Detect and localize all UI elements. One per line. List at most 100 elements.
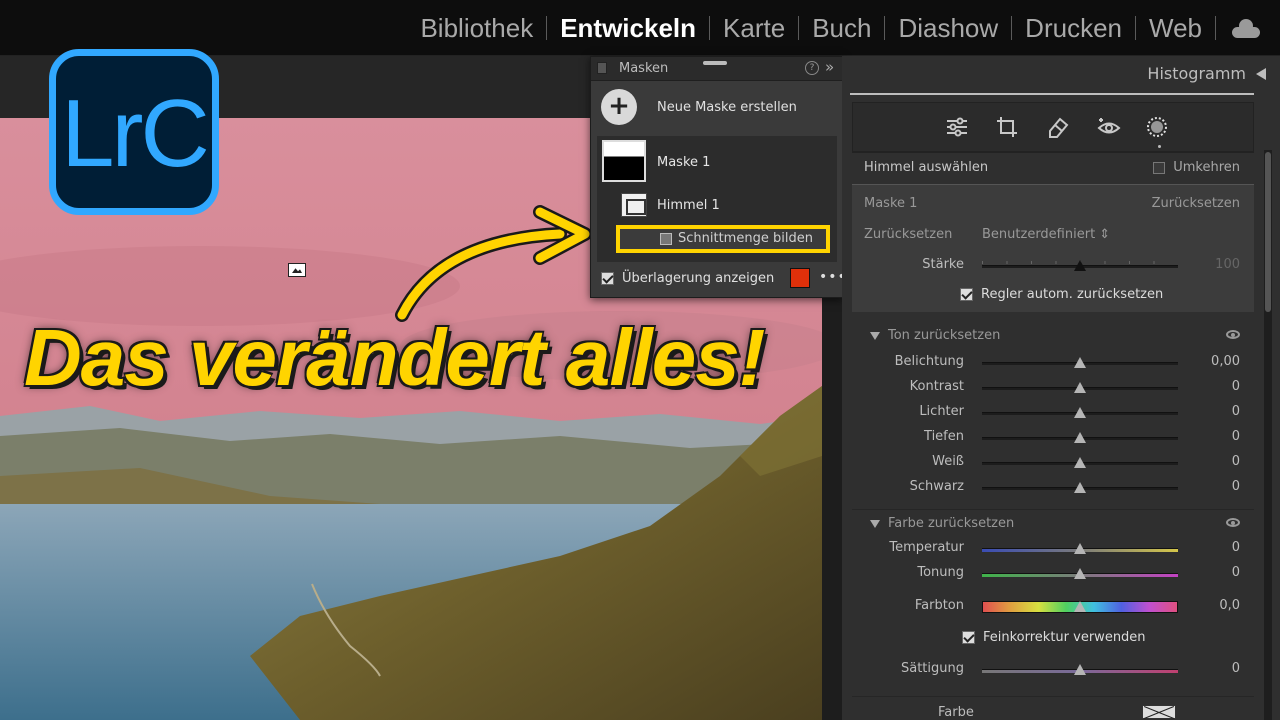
right-panel-scrollbar[interactable] [1264,150,1272,720]
disclosure-triangle-icon[interactable] [870,332,880,340]
histogram-header[interactable]: Histogramm [850,56,1270,92]
slider-value[interactable]: 0,0 [1219,598,1240,613]
new-mask-button[interactable]: + Neue Maske erstellen [601,89,797,125]
develop-right-panel: Histogramm Himmel auswählen Umkehren Mas… [842,56,1280,720]
strength-slider-row: Stärke 100 [852,255,1254,277]
sky-select-label: Himmel auswählen [864,160,989,175]
drag-handle[interactable] [703,61,727,65]
intersect-button[interactable]: Schnittmenge bilden [616,225,830,253]
sliders-icon[interactable] [945,115,969,139]
module-drucken[interactable]: Drucken [1012,10,1135,46]
module-picker: Bibliothek Entwickeln Karte Buch Diashow… [0,0,1280,56]
slider-value[interactable]: 0 [1232,454,1240,469]
slider-thumb[interactable] [1074,357,1086,368]
expand-triangle-icon[interactable] [1256,68,1266,80]
mask-thumbnail[interactable] [602,140,646,182]
histogram-divider [850,93,1254,95]
masks-panel: Masken ? » + Neue Maske erstellen Maske … [590,56,846,298]
module-karte[interactable]: Karte [710,10,798,46]
collapse-icon[interactable]: » [825,58,834,76]
overlay-checkbox[interactable] [601,272,614,285]
module-list: Bibliothek Entwickeln Karte Buch Diashow… [407,10,1262,46]
module-entwickeln[interactable]: Entwickeln [547,10,709,46]
slider-label: Belichtung [894,354,964,369]
sky-select-bar: Himmel auswählen Umkehren [852,152,1254,182]
color-label: Farbe [938,705,974,720]
tone-section-header[interactable]: Ton zurücksetzen [852,322,1254,350]
histogram-label: Histogramm [1147,64,1246,83]
slider-value[interactable]: 0,00 [1211,354,1240,369]
module-diashow[interactable]: Diashow [885,10,1011,46]
slider-value[interactable]: 0 [1232,661,1240,676]
eye-icon[interactable] [1226,518,1240,527]
masks-panel-header[interactable]: Masken ? » [591,57,842,81]
slider-thumb[interactable] [1074,664,1086,675]
slider-schwarz: Schwarz 0 [852,477,1254,499]
invert-checkbox[interactable] [1153,161,1166,174]
slider-thumb[interactable] [1074,457,1086,468]
slider-lichter: Lichter 0 [852,402,1254,424]
sky-component-icon[interactable] [621,193,647,217]
module-web[interactable]: Web [1136,10,1215,46]
color-section-title[interactable]: Farbe zurücksetzen [888,516,1014,531]
preset-dropdown[interactable]: Benutzerdefiniert ⇕ [982,227,1110,242]
slider-thumb[interactable] [1074,601,1086,612]
overlay-color-swatch[interactable] [790,268,810,288]
color-swatch[interactable] [1142,705,1176,719]
mask-list: Maske 1 Himmel 1 Schnittmenge bilden [597,136,837,262]
disclosure-triangle-icon[interactable] [870,520,880,528]
module-bibliothek[interactable]: Bibliothek [407,10,546,46]
color-section-header[interactable]: Farbe zurücksetzen [852,509,1254,537]
reset-preset-label: Zurücksetzen [864,227,953,242]
slider-value[interactable]: 0 [1232,540,1240,555]
slider-label: Sättigung [900,661,964,676]
cloud-icon[interactable] [1228,18,1262,38]
auto-reset-row: Regler autom. zurücksetzen [960,287,1163,302]
module-buch[interactable]: Buch [799,10,884,46]
overlay-label: Überlagerung anzeigen [622,271,775,286]
slider-label: Schwarz [909,479,964,494]
fine-adjust-checkbox[interactable] [962,631,975,644]
slider-thumb[interactable] [1074,543,1086,554]
slider-label: Weiß [932,454,964,469]
invert-toggle[interactable]: Umkehren [1153,160,1240,175]
slider-label: Temperatur [889,540,964,555]
image-icon [288,263,306,277]
intersect-label: Schnittmenge bilden [678,231,813,246]
slider-label: Kontrast [909,379,964,394]
strength-thumb[interactable] [1074,260,1086,271]
active-tool-indicator [1158,145,1161,148]
slider-thumb[interactable] [1074,382,1086,393]
component-name[interactable]: Himmel 1 [657,198,720,213]
slider-value[interactable]: 0 [1232,565,1240,580]
eraser-icon[interactable] [1046,115,1070,139]
eye-icon[interactable] [1226,330,1240,339]
strength-value[interactable]: 100 [1215,257,1240,272]
lightroom-classic-logo: LrC [49,49,219,215]
crop-icon[interactable] [995,115,1019,139]
slider-value[interactable]: 0 [1232,379,1240,394]
logo-text: LrC [61,80,210,187]
module-separator [1215,16,1216,40]
slider-thumb[interactable] [1074,568,1086,579]
masking-icon[interactable] [1145,115,1169,139]
redeye-icon[interactable] [1097,115,1121,139]
scrollbar-handle[interactable] [1265,152,1271,312]
slider-tiefen: Tiefen 0 [852,427,1254,449]
slider-value[interactable]: 0 [1232,429,1240,444]
tool-strip [852,102,1254,152]
preset-value: Benutzerdefiniert [982,227,1096,242]
reset-link[interactable]: Zurücksetzen [1152,196,1240,211]
panel-grip-icon[interactable] [597,62,607,74]
plus-icon[interactable]: + [601,89,637,125]
help-icon[interactable]: ? [805,61,819,75]
slider-value[interactable]: 0 [1232,479,1240,494]
slider-value[interactable]: 0 [1232,404,1240,419]
slider-thumb[interactable] [1074,407,1086,418]
auto-reset-checkbox[interactable] [960,288,973,301]
slider-label: Tiefen [924,429,964,444]
slider-thumb[interactable] [1074,482,1086,493]
mask-name[interactable]: Maske 1 [657,155,710,170]
tone-section-title[interactable]: Ton zurücksetzen [888,328,1000,343]
slider-thumb[interactable] [1074,432,1086,443]
